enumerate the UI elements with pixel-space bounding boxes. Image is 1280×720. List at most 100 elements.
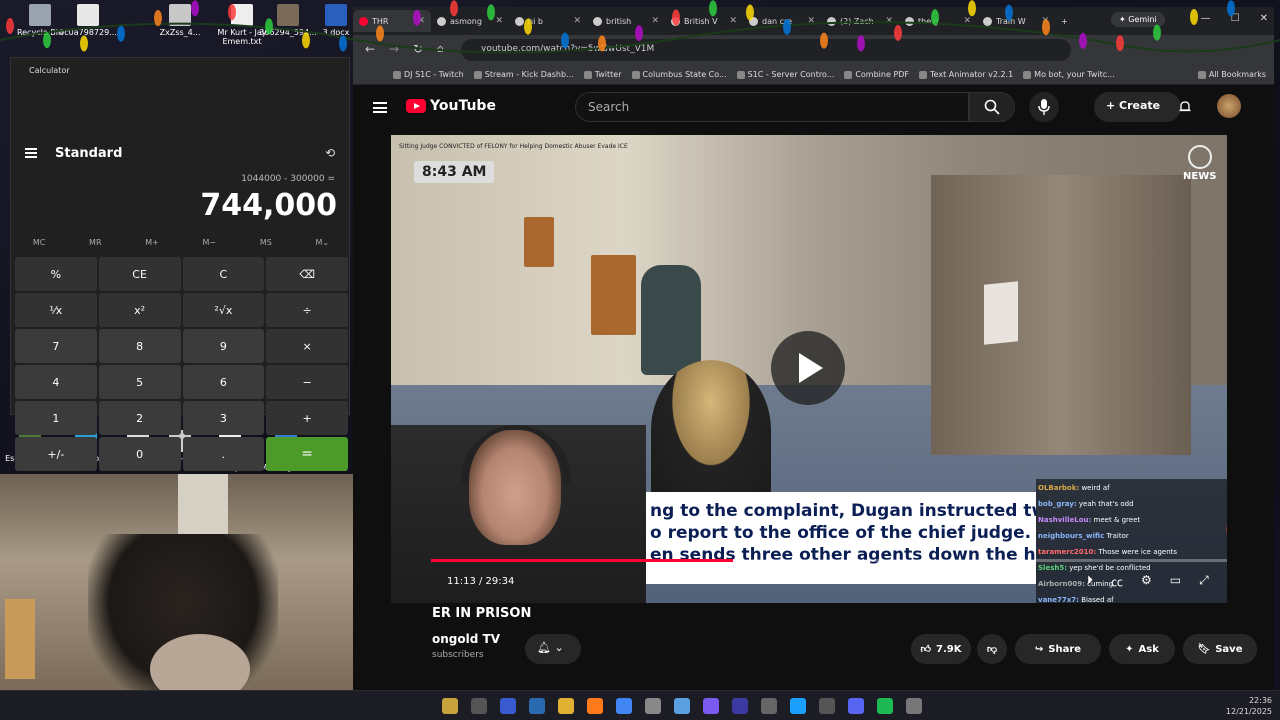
system-clock[interactable]: 22:36 12/21/2025 bbox=[1226, 695, 1272, 717]
taskbar-app-icon[interactable] bbox=[848, 698, 864, 714]
tab-close-icon[interactable]: ✕ bbox=[1041, 16, 1049, 26]
bookmark-item[interactable]: DJ S1C - Twitch bbox=[393, 70, 464, 79]
calculator-key[interactable]: 0 bbox=[98, 437, 181, 471]
browser-tab[interactable]: THR ✕ bbox=[353, 10, 431, 32]
bookmark-item[interactable]: Stream - Kick Dashb... bbox=[473, 70, 574, 79]
home-icon[interactable]: ⌂ bbox=[437, 42, 444, 55]
guide-menu-icon[interactable] bbox=[373, 102, 387, 113]
back-icon[interactable]: ← bbox=[365, 42, 375, 56]
search-input[interactable]: Search bbox=[575, 92, 969, 122]
calculator-key[interactable]: . bbox=[182, 437, 265, 471]
calculator-key[interactable]: × bbox=[266, 329, 348, 363]
memory-button[interactable]: M⌄ bbox=[316, 238, 330, 247]
taskbar-app-icon[interactable] bbox=[790, 698, 806, 714]
forward-icon[interactable]: → bbox=[389, 42, 399, 56]
calculator-key[interactable]: 9 bbox=[182, 329, 265, 363]
maximize-icon[interactable]: ☐ bbox=[1231, 13, 1240, 24]
calculator-key[interactable]: 8 bbox=[98, 329, 181, 363]
taskbar-app-icon[interactable] bbox=[674, 698, 690, 714]
tab-close-icon[interactable]: ✕ bbox=[885, 16, 893, 26]
taskbar-app-icon[interactable] bbox=[761, 698, 777, 714]
ask-button[interactable]: ✦ Ask bbox=[1109, 634, 1175, 664]
taskbar-app-icon[interactable] bbox=[732, 698, 748, 714]
calculator-key[interactable]: % bbox=[15, 257, 97, 291]
create-button[interactable]: + Create bbox=[1094, 92, 1181, 122]
taskbar-app-icon[interactable] bbox=[645, 698, 661, 714]
fullscreen-icon[interactable]: ⤢ bbox=[1199, 573, 1209, 590]
notifications-icon[interactable] bbox=[1178, 99, 1192, 113]
search-button[interactable] bbox=[969, 92, 1015, 122]
bookmark-item[interactable]: S1C - Server Contro... bbox=[736, 70, 834, 79]
memory-button[interactable]: MC bbox=[33, 238, 46, 247]
memory-button[interactable]: M+ bbox=[145, 238, 159, 247]
gemini-button[interactable]: ✦ Gemini bbox=[1111, 12, 1165, 27]
voice-search-button[interactable] bbox=[1029, 92, 1059, 122]
tab-close-icon[interactable]: ✕ bbox=[495, 16, 503, 26]
calculator-key[interactable]: 1 bbox=[15, 401, 97, 435]
bookmark-item[interactable]: Twitter bbox=[583, 70, 622, 79]
tab-close-icon[interactable]: ✕ bbox=[651, 16, 659, 26]
calculator-key[interactable]: +/- bbox=[15, 437, 97, 471]
progress-bar[interactable] bbox=[431, 559, 1227, 562]
tab-close-icon[interactable]: ✕ bbox=[573, 16, 581, 26]
calculator-key[interactable]: = bbox=[266, 437, 348, 471]
calculator-key[interactable]: − bbox=[266, 365, 348, 399]
browser-tab[interactable]: british ✕ bbox=[587, 10, 665, 32]
tab-close-icon[interactable]: ✕ bbox=[729, 16, 737, 26]
calculator-key[interactable]: ⌫ bbox=[266, 257, 348, 291]
browser-tab[interactable]: the g ✕ bbox=[899, 10, 977, 32]
tab-close-icon[interactable]: ✕ bbox=[417, 16, 425, 26]
taskbar-app-icon[interactable] bbox=[819, 698, 835, 714]
calculator-key[interactable]: x² bbox=[98, 293, 181, 327]
taskbar-app-icon[interactable] bbox=[500, 698, 516, 714]
calculator-key[interactable]: ÷ bbox=[266, 293, 348, 327]
taskbar-app-icon[interactable] bbox=[616, 698, 632, 714]
desktop-icon[interactable]: ZxZss_4... bbox=[150, 4, 210, 37]
calculator-key[interactable]: 2 bbox=[98, 401, 181, 435]
calculator-key[interactable]: ²√x bbox=[182, 293, 265, 327]
memory-button[interactable]: MS bbox=[260, 238, 272, 247]
bookmark-item[interactable]: Combine PDF bbox=[844, 70, 909, 79]
calculator-key[interactable]: 3 bbox=[182, 401, 265, 435]
subscribe-bell-button[interactable]: 🔔︎ ⌄ bbox=[525, 634, 581, 664]
bookmark-item[interactable]: Mo bot, your Twitc... bbox=[1023, 70, 1115, 79]
account-avatar[interactable] bbox=[1217, 94, 1241, 118]
taskbar-app-icon[interactable] bbox=[529, 698, 545, 714]
taskbar-app-icon[interactable] bbox=[703, 698, 719, 714]
channel-name[interactable]: ongold TV bbox=[432, 632, 500, 646]
calculator-key[interactable]: 5 bbox=[98, 365, 181, 399]
history-icon[interactable]: ⟲ bbox=[325, 146, 335, 160]
menu-icon[interactable] bbox=[25, 148, 37, 158]
bookmark-item[interactable]: Columbus State Co... bbox=[631, 70, 727, 79]
minimize-icon[interactable]: — bbox=[1201, 13, 1211, 24]
subtitles-icon[interactable]: ㏄ bbox=[1111, 573, 1123, 590]
memory-button[interactable]: M− bbox=[203, 238, 217, 247]
new-tab-icon[interactable]: + bbox=[1055, 10, 1074, 32]
taskbar-app-icon[interactable] bbox=[471, 698, 487, 714]
play-button[interactable] bbox=[771, 331, 845, 405]
browser-tab[interactable]: (2) Zach ✕ bbox=[821, 10, 899, 32]
url-field[interactable]: youtube.com/watch?v=5wGwUst_V1M bbox=[461, 39, 1071, 61]
taskbar-app-icon[interactable] bbox=[558, 698, 574, 714]
bookmark-item[interactable]: Text Animator v2.2.1 bbox=[919, 70, 1013, 79]
tab-close-icon[interactable]: ✕ bbox=[807, 16, 815, 26]
bookmark-item[interactable]: All Bookmarks bbox=[1197, 70, 1274, 79]
calculator-key[interactable]: 4 bbox=[15, 365, 97, 399]
settings-icon[interactable]: ⚙ bbox=[1141, 573, 1152, 590]
share-button[interactable]: ↪ Share bbox=[1015, 634, 1101, 664]
autoplay-toggle-icon[interactable]: ⏵ bbox=[1087, 573, 1093, 590]
miniplayer-icon[interactable]: ▭ bbox=[1170, 573, 1181, 590]
taskbar-app-icon[interactable] bbox=[906, 698, 922, 714]
reload-icon[interactable]: ↻ bbox=[413, 42, 423, 56]
close-icon[interactable]: ✕ bbox=[1260, 13, 1268, 24]
dislike-button[interactable]: 👎︎ bbox=[977, 634, 1007, 664]
memory-button[interactable]: MR bbox=[89, 238, 101, 247]
browser-tab[interactable]: British V ✕ bbox=[665, 10, 743, 32]
taskbar-app-icon[interactable] bbox=[877, 698, 893, 714]
browser-tab[interactable]: asmong ✕ bbox=[431, 10, 509, 32]
save-button[interactable]: 🔖︎ Save bbox=[1183, 634, 1257, 664]
calculator-key[interactable]: + bbox=[266, 401, 348, 435]
video-player[interactable]: Sitting Judge CONVICTED of FELONY for He… bbox=[391, 135, 1227, 603]
calculator-key[interactable]: 6 bbox=[182, 365, 265, 399]
browser-tab[interactable]: Train W ✕ bbox=[977, 10, 1055, 32]
